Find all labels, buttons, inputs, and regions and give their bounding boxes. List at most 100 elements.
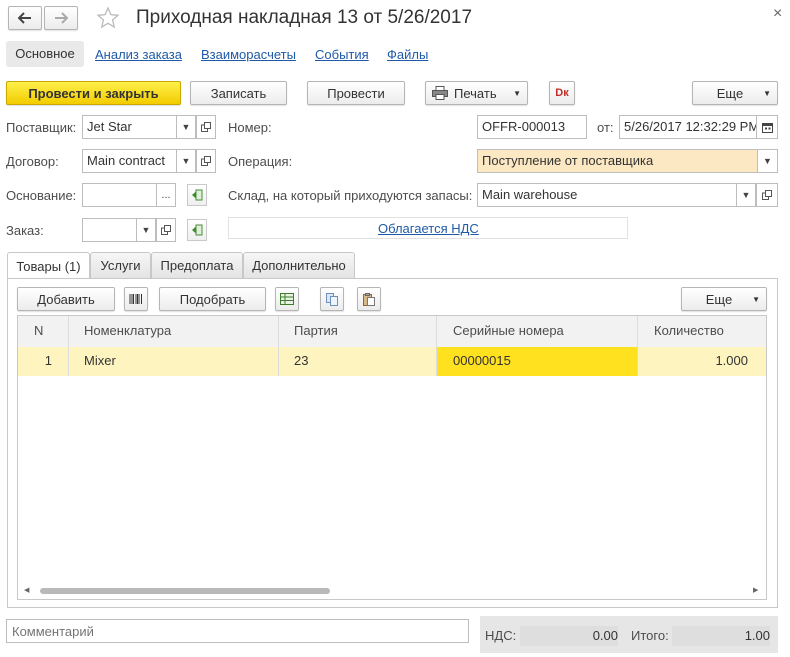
row-n: 1 bbox=[44, 353, 52, 368]
col-divider bbox=[68, 316, 69, 376]
table-more-button[interactable]: Еще ▼ bbox=[681, 287, 767, 311]
spreadsheet-icon bbox=[280, 293, 294, 305]
vat-total-value: 0.00 bbox=[520, 626, 618, 646]
vat-link[interactable]: Облагается НДС bbox=[378, 221, 479, 236]
chevron-down-icon: ▼ bbox=[141, 225, 151, 235]
print-button[interactable]: Печать ▼ bbox=[425, 81, 528, 105]
nav-tab-events[interactable]: События bbox=[315, 47, 369, 62]
basis-fill-button[interactable] bbox=[187, 184, 207, 206]
pick-button[interactable]: Подобрать bbox=[159, 287, 266, 311]
nav-tab-order-analysis[interactable]: Анализ заказа bbox=[95, 47, 182, 62]
nav-tab-main[interactable]: Основное bbox=[6, 41, 84, 67]
open-form-icon bbox=[762, 190, 772, 200]
warehouse-label: Склад, на который приходуются запасы: bbox=[228, 188, 473, 203]
copy-icon bbox=[326, 292, 338, 306]
comment-input[interactable] bbox=[6, 619, 469, 643]
open-form-icon bbox=[201, 156, 211, 166]
tab-additional[interactable]: Дополнительно bbox=[243, 252, 355, 278]
warehouse-field[interactable]: Main warehouse bbox=[477, 183, 737, 207]
tab-prepayment[interactable]: Предоплата bbox=[151, 252, 243, 278]
forward-button[interactable] bbox=[44, 6, 78, 30]
supplier-field[interactable]: Jet Star bbox=[82, 115, 177, 139]
number-field[interactable]: OFFR-000013 bbox=[477, 115, 587, 139]
date-field[interactable]: 5/26/2017 12:32:29 PM bbox=[619, 115, 757, 139]
more-button[interactable]: Еще ▼ bbox=[692, 81, 778, 105]
operation-field[interactable]: Поступление от поставщика bbox=[477, 149, 758, 173]
vat-total-label: НДС: bbox=[485, 628, 517, 643]
tab-goods[interactable]: Товары (1) bbox=[7, 252, 90, 279]
supplier-open[interactable] bbox=[196, 115, 216, 139]
order-fill-button[interactable] bbox=[187, 219, 207, 241]
grand-total-label: Итого: bbox=[631, 628, 669, 643]
window-title: Приходная накладная 13 от 5/26/2017 bbox=[136, 7, 473, 28]
favorite-star-icon[interactable] bbox=[96, 6, 120, 33]
fill-arrow-icon bbox=[192, 224, 203, 236]
order-dropdown[interactable]: ▼ bbox=[136, 218, 156, 242]
printer-icon bbox=[432, 86, 448, 100]
dk-icon: Dк bbox=[555, 87, 569, 99]
date-label: от: bbox=[597, 120, 614, 135]
basis-field[interactable] bbox=[82, 183, 157, 207]
warehouse-open[interactable] bbox=[756, 183, 778, 207]
row-batch: 23 bbox=[294, 353, 309, 368]
col-header-qty[interactable]: Количество bbox=[654, 317, 724, 345]
col-divider bbox=[278, 316, 279, 376]
nav-tab-settlements[interactable]: Взаиморасчеты bbox=[201, 47, 296, 62]
horizontal-scrollbar[interactable] bbox=[40, 588, 330, 594]
grand-total-value: 1.00 bbox=[672, 626, 770, 646]
order-field[interactable] bbox=[82, 218, 137, 242]
save-button[interactable]: Записать bbox=[190, 81, 287, 105]
open-form-icon bbox=[161, 225, 171, 235]
basis-ellipsis: ... bbox=[161, 189, 171, 201]
chevron-down-icon: ▼ bbox=[181, 156, 191, 166]
warehouse-dropdown[interactable]: ▼ bbox=[736, 183, 756, 207]
scroll-right-arrow[interactable]: ▶ bbox=[753, 586, 758, 594]
contract-open[interactable] bbox=[196, 149, 216, 173]
paste-icon bbox=[363, 292, 375, 306]
chevron-down-icon: ▼ bbox=[181, 122, 191, 132]
print-label: Печать bbox=[454, 85, 497, 101]
dk-button[interactable]: Dк bbox=[549, 81, 575, 105]
add-button[interactable]: Добавить bbox=[17, 287, 115, 311]
chevron-down-icon: ▼ bbox=[763, 88, 771, 98]
calendar-button[interactable] bbox=[756, 115, 778, 139]
col-header-batch[interactable]: Партия bbox=[294, 317, 338, 345]
arrow-left-icon bbox=[18, 12, 31, 24]
post-and-close-button[interactable]: Провести и закрыть bbox=[6, 81, 181, 105]
contract-field[interactable]: Main contract bbox=[82, 149, 177, 173]
table-more-label: Еще bbox=[705, 291, 733, 307]
scroll-left-arrow[interactable]: ◀ bbox=[24, 586, 29, 594]
col-divider bbox=[436, 316, 437, 376]
supplier-dropdown[interactable]: ▼ bbox=[176, 115, 196, 139]
nav-tab-files[interactable]: Файлы bbox=[387, 47, 428, 62]
close-icon[interactable]: × bbox=[773, 5, 782, 23]
fill-arrow-icon bbox=[192, 189, 203, 201]
barcode-icon bbox=[129, 294, 142, 304]
operation-dropdown[interactable]: ▼ bbox=[757, 149, 778, 173]
supplier-label: Поставщик: bbox=[6, 120, 77, 135]
operation-label: Операция: bbox=[228, 154, 293, 169]
post-button[interactable]: Провести bbox=[307, 81, 405, 105]
barcode-button[interactable] bbox=[124, 287, 148, 311]
arrow-right-icon bbox=[55, 12, 68, 24]
open-form-icon bbox=[201, 122, 211, 132]
row-qty: 1.000 bbox=[715, 353, 748, 368]
order-label: Заказ: bbox=[6, 223, 44, 238]
number-label: Номер: bbox=[228, 120, 272, 135]
row-item: Mixer bbox=[84, 353, 116, 368]
row-serial: 00000015 bbox=[453, 353, 511, 368]
excel-import-button[interactable] bbox=[275, 287, 299, 311]
back-button[interactable] bbox=[8, 6, 42, 30]
col-header-item[interactable]: Номенклатура bbox=[84, 317, 171, 345]
basis-select-button[interactable]: ... bbox=[156, 183, 176, 207]
order-open[interactable] bbox=[156, 218, 176, 242]
goods-table: N Номенклатура Партия Серийные номера Ко… bbox=[17, 315, 767, 600]
contract-dropdown[interactable]: ▼ bbox=[176, 149, 196, 173]
copy-button[interactable] bbox=[320, 287, 344, 311]
paste-button[interactable] bbox=[357, 287, 381, 311]
col-header-serial[interactable]: Серийные номера bbox=[453, 317, 564, 345]
col-header-n[interactable]: N bbox=[34, 317, 43, 345]
tab-services[interactable]: Услуги bbox=[90, 252, 151, 278]
chevron-down-icon: ▼ bbox=[752, 294, 760, 304]
basis-label: Основание: bbox=[6, 188, 77, 203]
